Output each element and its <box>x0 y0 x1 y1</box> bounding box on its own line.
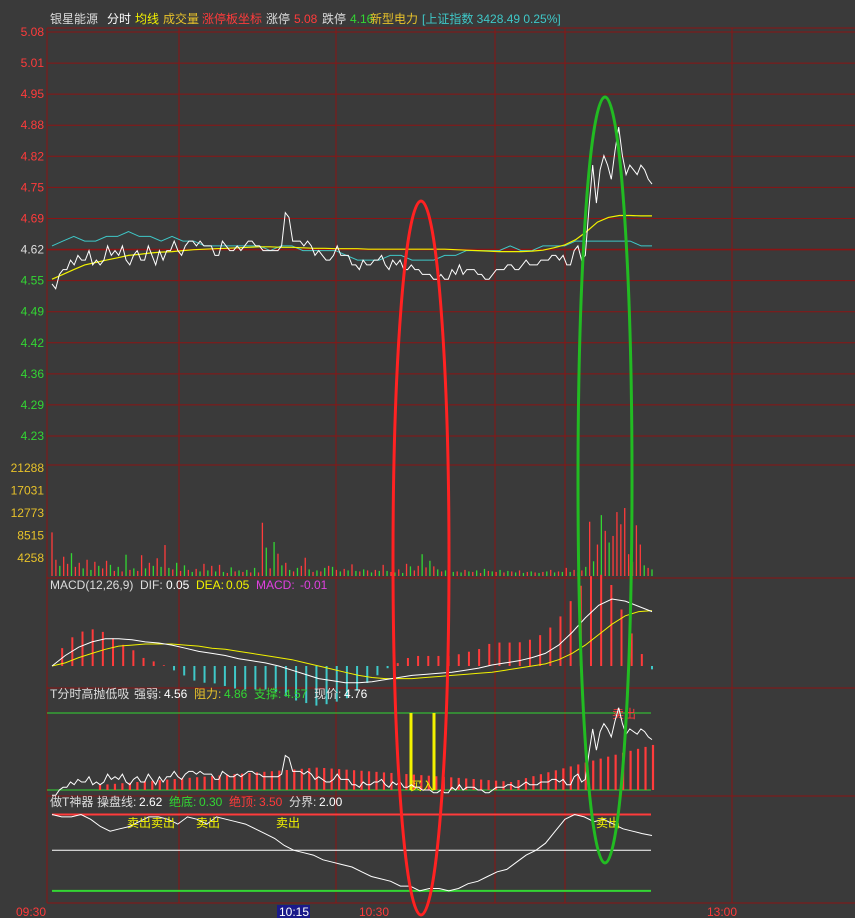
header-item: 分时 <box>107 12 131 26</box>
time-label: 09:30 <box>16 905 46 918</box>
volume-tick-label: 12773 <box>11 506 45 520</box>
volume-tick-label: 21288 <box>11 461 45 475</box>
macd-header-item: DIF: <box>140 578 163 592</box>
zt-sell-label: 卖出卖出 <box>127 816 175 830</box>
zt-header-item: 绝顶: <box>229 794 256 809</box>
volume-tick-label: 17031 <box>11 484 45 498</box>
t-header-item: 支撑: <box>254 686 281 701</box>
zt-sell-label: 卖出 <box>196 816 220 830</box>
price-tick-label: 4.62 <box>21 243 45 257</box>
macd-header-item: DEA: <box>196 578 224 592</box>
zt-header-item: 3.50 <box>259 795 283 809</box>
header-item: [上证指数 3428.49 0.25%] <box>422 11 561 26</box>
time-label: 10:15 <box>279 905 309 918</box>
zt-header-item: 0.30 <box>199 795 223 809</box>
zt-header-item: 2.00 <box>319 795 343 809</box>
t-header-item: 4.86 <box>224 687 248 701</box>
price-tick-label: 4.36 <box>21 367 45 381</box>
zt-header-item: 分界: <box>289 795 316 809</box>
price-tick-label: 4.42 <box>21 336 45 350</box>
zt-header-item: 2.62 <box>139 795 163 809</box>
t-header-item: 4.57 <box>284 687 308 701</box>
price-tick-label: 4.82 <box>21 149 45 163</box>
header-item: 成交量 <box>163 11 199 26</box>
price-tick-label: 4.23 <box>21 429 45 443</box>
macd-header-item: MACD: <box>256 578 295 592</box>
chart-canvas: 5.08 5.01 4.95 4.88 4.82 4.75 4.69 4.62 4.55 4.49… <box>0 0 855 918</box>
price-tick-label: 4.69 <box>21 211 45 225</box>
price-tick-label: 4.75 <box>21 180 45 194</box>
price-tick-label: 5.08 <box>21 25 45 39</box>
volume-tick-label: 8515 <box>17 529 44 543</box>
price-tick-label: 4.49 <box>21 305 45 319</box>
t-header-item: 4.56 <box>164 687 188 701</box>
zt-header-item: 做T神器 <box>50 794 93 809</box>
header-item: 5.08 <box>294 12 318 26</box>
zt-header-item: 操盘线: <box>97 794 136 809</box>
time-label: 10:30 <box>359 905 389 918</box>
price-tick-label: 5.01 <box>21 56 45 70</box>
zt-header-item: 绝底: <box>169 794 196 809</box>
macd-header-item: -0.01 <box>300 578 328 592</box>
header-item: 新型电力 <box>370 11 418 26</box>
t-header-item: T分时高抛低吸 <box>50 686 129 701</box>
t-header-item: 阻力: <box>194 687 221 701</box>
t-header-item: 现价: <box>314 687 341 701</box>
price-tick-label: 4.29 <box>21 398 45 412</box>
volume-tick-label: 4258 <box>17 551 44 565</box>
price-tick-label: 4.88 <box>21 118 45 132</box>
zt-sell-label: 卖出 <box>276 816 300 830</box>
header-item: 均线 <box>135 12 159 26</box>
header-item: 涨停板坐标 <box>202 11 262 26</box>
time-label: 13:00 <box>707 905 737 918</box>
price-tick-label: 4.55 <box>21 274 45 288</box>
macd-header-item: 0.05 <box>166 578 190 592</box>
t-header-item: 强弱: <box>134 687 161 701</box>
header-item: 跌停 <box>322 11 346 26</box>
macd-header-item: MACD(12,26,9) <box>50 578 133 592</box>
header-item: 银星能源 <box>50 12 98 26</box>
header-item: 涨停 <box>266 11 290 26</box>
macd-header-item: 0.05 <box>226 578 250 592</box>
t-header-item: 4.76 <box>344 687 368 701</box>
price-tick-label: 4.95 <box>21 87 45 101</box>
